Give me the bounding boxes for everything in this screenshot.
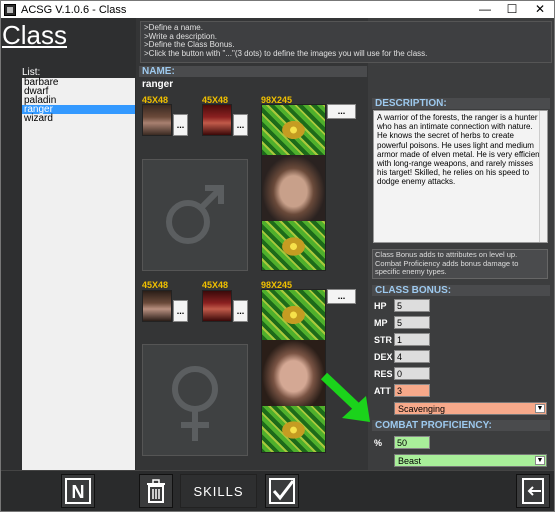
name-label: NAME:	[139, 66, 367, 77]
stat-label-mp: MP	[374, 318, 388, 328]
maximize-button[interactable]: ☐	[499, 1, 525, 19]
female-portrait-thumb	[142, 290, 172, 322]
class-listbox[interactable]: barbare dwarf paladin ranger wizard	[22, 78, 135, 470]
dropdown-arrow-icon: ▼	[535, 404, 545, 413]
stat-label-hp: HP	[374, 301, 387, 311]
stat-input-hp[interactable]: 5	[394, 299, 430, 312]
female-portrait-dots-button[interactable]: ...	[173, 300, 188, 322]
stat-input-att[interactable]: 3	[394, 384, 430, 397]
bonus-note: Class Bonus adds to attributes on level …	[372, 249, 548, 279]
male-portrait-dots-button[interactable]: ...	[173, 114, 188, 136]
female-portrait-red-dots-button[interactable]: ...	[233, 300, 248, 322]
percent-label: %	[374, 438, 383, 448]
class-bonus-label: CLASS BONUS:	[372, 285, 550, 296]
female-small-label-1: 45X48	[142, 280, 169, 290]
male-placeholder	[142, 159, 248, 271]
skill-select[interactable]: Scavenging ▼	[394, 402, 547, 415]
name-value[interactable]: ranger	[142, 79, 173, 90]
stat-input-mp[interactable]: 5	[394, 316, 430, 329]
new-icon: N	[65, 478, 91, 504]
male-portrait-red-thumb	[202, 104, 232, 136]
female-tall-dots-button[interactable]: ...	[327, 289, 356, 304]
dropdown-arrow-icon: ▼	[535, 456, 545, 465]
app-icon	[4, 4, 16, 16]
male-portrait-red-dots-button[interactable]: ...	[233, 114, 248, 136]
male-tall-dots-button[interactable]: ...	[327, 104, 356, 119]
male-tall-image	[261, 104, 326, 271]
close-button[interactable]: ✕	[527, 1, 553, 19]
list-item[interactable]: wizard	[22, 114, 135, 124]
title-bar: ACSG V.1.0.6 - Class — ☐ ✕	[1, 1, 554, 19]
stat-label-str: STR	[374, 335, 392, 345]
minimize-button[interactable]: —	[472, 1, 498, 19]
green-arrow-icon	[320, 372, 370, 422]
female-placeholder	[142, 344, 248, 456]
female-symbol-icon	[172, 366, 218, 441]
window-title: ACSG V.1.0.6 - Class	[21, 4, 127, 16]
male-symbol-icon	[166, 185, 224, 244]
female-tall-image	[261, 289, 326, 453]
description-scrollbar[interactable]	[539, 111, 547, 242]
stat-input-str[interactable]: 1	[394, 333, 430, 346]
exit-button[interactable]	[516, 474, 550, 508]
skill-select-value: Scavenging	[398, 404, 446, 414]
page-title: Class	[2, 20, 68, 50]
trash-icon	[147, 479, 165, 503]
svg-text:N: N	[72, 482, 85, 502]
save-button[interactable]	[265, 474, 299, 508]
stat-input-dex[interactable]: 4	[394, 350, 430, 363]
combat-proficiency-label: COMBAT PROFICIENCY:	[372, 420, 550, 431]
instructions-box: >Define a name. >Write a description. >D…	[140, 21, 552, 63]
enemy-type-value: Beast	[398, 456, 422, 466]
stat-label-dex: DEX	[374, 352, 393, 362]
combat-percent-input[interactable]: 50	[394, 436, 430, 449]
stat-input-res[interactable]: 0	[394, 367, 430, 380]
new-button[interactable]: N	[61, 474, 95, 508]
instruction-line: >Click the button with "..."(3 dots) to …	[144, 48, 428, 58]
female-small-label-2: 45X48	[202, 280, 229, 290]
male-portrait-thumb	[142, 104, 172, 136]
checkmark-icon	[269, 478, 295, 504]
description-label: DESCRIPTION:	[372, 98, 550, 109]
skills-button[interactable]: SKILLS	[180, 474, 257, 508]
female-portrait-red-thumb	[202, 290, 232, 322]
delete-button[interactable]	[139, 474, 173, 508]
exit-icon	[522, 478, 544, 504]
enemy-type-select[interactable]: Beast ▼	[394, 454, 547, 467]
description-textarea[interactable]: A warrior of the forests, the ranger is …	[373, 110, 548, 243]
